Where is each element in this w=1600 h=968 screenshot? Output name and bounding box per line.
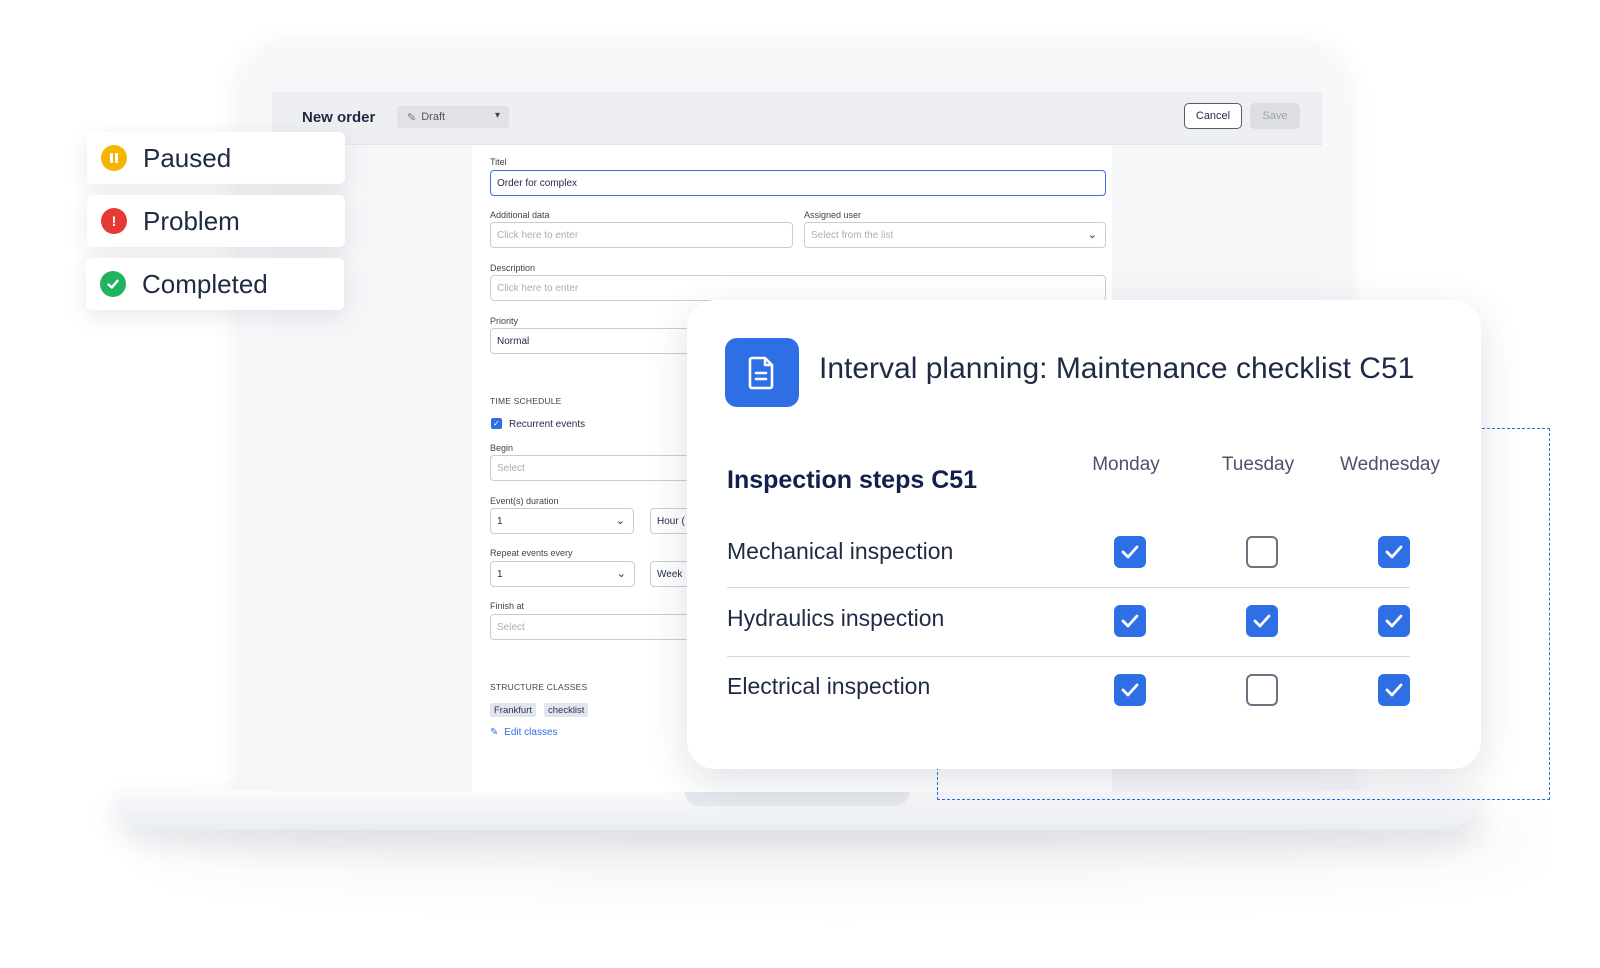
status-label: Completed bbox=[142, 268, 268, 299]
steps-heading: Inspection steps C51 bbox=[727, 466, 978, 494]
interval-planning-card: Interval planning: Maintenance checklist… bbox=[687, 300, 1481, 769]
repeat-label: Repeat events every bbox=[490, 548, 573, 558]
finish-input[interactable]: Select bbox=[490, 614, 690, 640]
checkbox-mechanical-tuesday[interactable] bbox=[1246, 536, 1278, 568]
status-card-problem[interactable]: ! Problem bbox=[87, 195, 345, 247]
checkbox-mechanical-monday[interactable] bbox=[1114, 536, 1146, 568]
recurrent-events-checkbox[interactable]: ✓ bbox=[491, 418, 502, 429]
row-label-mechanical: Mechanical inspection bbox=[727, 538, 954, 564]
pencil-icon: ✎ bbox=[490, 727, 499, 738]
row-label-hydraulics: Hydraulics inspection bbox=[727, 605, 945, 631]
pencil-icon: ✎ bbox=[407, 111, 417, 124]
day-header-tuesday: Tuesday bbox=[1221, 454, 1295, 475]
checkbox-electrical-monday[interactable] bbox=[1114, 674, 1146, 706]
status-dropdown[interactable]: ✎ Draft ▾ bbox=[397, 106, 509, 128]
assigned-user-select[interactable]: Select from the list ⌄ bbox=[804, 222, 1106, 248]
chevron-down-icon: ▾ bbox=[494, 110, 500, 121]
chevron-down-icon: ⌄ bbox=[616, 568, 626, 580]
edit-classes-link[interactable]: ✎ Edit classes bbox=[490, 727, 558, 738]
repeat-value: 1 bbox=[497, 568, 503, 580]
class-chip-checklist[interactable]: checklist bbox=[544, 703, 589, 717]
checkbox-electrical-wednesday[interactable] bbox=[1378, 674, 1410, 706]
assigned-user-label: Assigned user bbox=[804, 210, 862, 220]
cancel-button[interactable]: Cancel bbox=[1184, 103, 1242, 129]
titel-label: Titel bbox=[490, 157, 507, 167]
chevron-down-icon: ⌄ bbox=[1087, 229, 1097, 241]
checkbox-electrical-tuesday[interactable] bbox=[1246, 674, 1278, 706]
check-circle-icon bbox=[100, 271, 126, 297]
status-value: Draft bbox=[421, 111, 446, 123]
duration-label: Event(s) duration bbox=[490, 496, 559, 506]
row-divider bbox=[727, 587, 1410, 588]
chevron-down-icon: ⌄ bbox=[615, 515, 625, 527]
repeat-select[interactable]: 1 ⌄ bbox=[490, 561, 635, 587]
class-chip-frankfurt[interactable]: Frankfurt bbox=[490, 703, 537, 717]
pause-icon bbox=[101, 145, 127, 171]
checkbox-hydraulics-wednesday[interactable] bbox=[1378, 605, 1410, 637]
duration-select[interactable]: 1 ⌄ bbox=[490, 508, 634, 534]
status-label: Problem bbox=[143, 205, 240, 236]
exclamation-icon: ! bbox=[101, 208, 127, 234]
begin-input[interactable]: Select bbox=[490, 455, 690, 481]
page-title: New order bbox=[302, 109, 376, 126]
checkbox-mechanical-wednesday[interactable] bbox=[1378, 536, 1410, 568]
checkbox-hydraulics-tuesday[interactable] bbox=[1246, 605, 1278, 637]
status-card-completed[interactable]: Completed bbox=[86, 258, 344, 310]
structure-classes-heading: STRUCTURE CLASSES bbox=[490, 682, 588, 692]
checkbox-hydraulics-monday[interactable] bbox=[1114, 605, 1146, 637]
description-label: Description bbox=[490, 263, 536, 273]
recurrent-events-label: Recurrent events bbox=[509, 419, 586, 430]
day-header-monday: Monday bbox=[1092, 454, 1160, 475]
order-header: New order ✎ Draft ▾ Cancel Save bbox=[272, 92, 1322, 145]
row-divider bbox=[727, 656, 1410, 657]
card-title: Interval planning: Maintenance checklist… bbox=[819, 352, 1415, 385]
assigned-user-placeholder: Select from the list bbox=[811, 229, 894, 241]
begin-label: Begin bbox=[490, 443, 514, 453]
additional-data-label: Additional data bbox=[490, 210, 550, 220]
additional-data-input[interactable]: Click here to enter bbox=[490, 222, 793, 248]
laptop-notch bbox=[684, 790, 910, 806]
titel-input[interactable]: Order for complex bbox=[490, 170, 1106, 196]
edit-classes-label: Edit classes bbox=[504, 727, 558, 738]
time-schedule-heading: TIME SCHEDULE bbox=[490, 396, 562, 406]
finish-label: Finish at bbox=[490, 601, 525, 611]
duration-value: 1 bbox=[497, 515, 503, 527]
priority-label: Priority bbox=[490, 316, 519, 326]
document-icon bbox=[725, 338, 799, 407]
save-button[interactable]: Save bbox=[1250, 103, 1300, 129]
day-header-wednesday: Wednesday bbox=[1340, 454, 1440, 475]
status-label: Paused bbox=[143, 142, 232, 173]
priority-select[interactable]: Normal bbox=[490, 328, 690, 354]
row-label-electrical: Electrical inspection bbox=[727, 673, 931, 699]
description-textarea[interactable]: Click here to enter bbox=[490, 275, 1106, 301]
status-card-paused[interactable]: Paused bbox=[87, 132, 345, 184]
